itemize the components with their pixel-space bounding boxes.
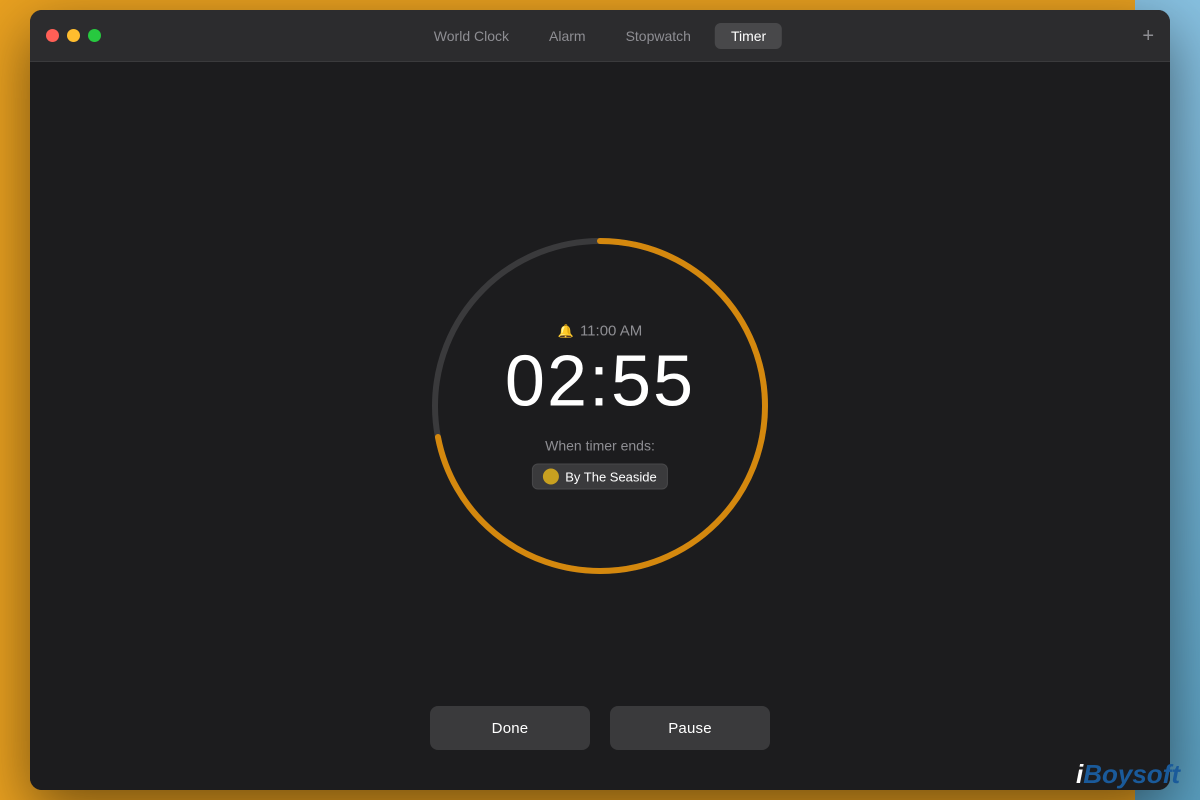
traffic-lights: [30, 29, 101, 42]
tab-alarm[interactable]: Alarm: [533, 23, 602, 49]
timer-inner: 🔔 11:00 AM 02:55 When timer ends: By The…: [505, 323, 695, 490]
tab-stopwatch[interactable]: Stopwatch: [610, 23, 707, 49]
minimize-button[interactable]: [67, 29, 80, 42]
tab-timer[interactable]: Timer: [715, 23, 782, 49]
tab-world-clock[interactable]: World Clock: [418, 23, 525, 49]
alarm-time: 11:00 AM: [580, 323, 642, 340]
titlebar: World Clock Alarm Stopwatch Timer +: [30, 10, 1170, 62]
pause-button[interactable]: Pause: [610, 706, 770, 750]
main-content: 🔔 11:00 AM 02:55 When timer ends: By The…: [30, 62, 1170, 790]
bell-icon: 🔔: [558, 323, 574, 339]
timer-alarm-label: 🔔 11:00 AM: [505, 323, 695, 340]
nav-tabs: World Clock Alarm Stopwatch Timer: [418, 23, 782, 49]
timer-ends-label: When timer ends:: [505, 438, 695, 454]
done-button[interactable]: Done: [430, 706, 590, 750]
buttons-row: Done Pause: [430, 706, 770, 750]
timer-container: 🔔 11:00 AM 02:55 When timer ends: By The…: [420, 226, 780, 586]
timer-sound-badge[interactable]: By The Seaside: [532, 464, 668, 490]
add-button[interactable]: +: [1142, 26, 1154, 46]
app-window: World Clock Alarm Stopwatch Timer + 🔔 11…: [30, 10, 1170, 790]
timer-display: 02:55: [505, 346, 695, 418]
close-button[interactable]: [46, 29, 59, 42]
maximize-button[interactable]: [88, 29, 101, 42]
sound-name: By The Seaside: [565, 469, 657, 484]
sound-icon: [543, 469, 559, 485]
